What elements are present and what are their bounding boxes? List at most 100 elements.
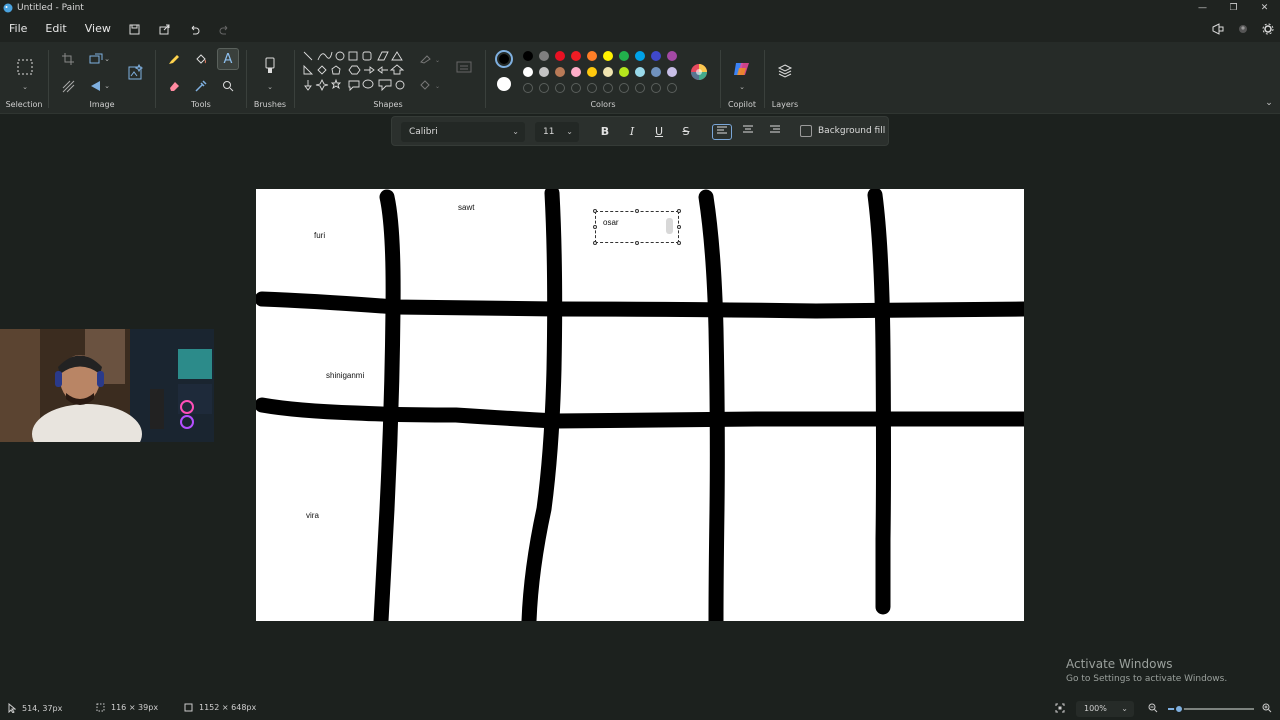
redo-button[interactable] bbox=[210, 24, 240, 35]
color-swatch[interactable] bbox=[523, 51, 533, 61]
italic-button[interactable]: I bbox=[624, 124, 640, 140]
eraser-button[interactable] bbox=[165, 77, 183, 95]
account-icon[interactable] bbox=[1238, 24, 1248, 34]
restore-button[interactable]: ❐ bbox=[1218, 0, 1249, 16]
pencil-button[interactable] bbox=[165, 50, 183, 68]
zoom-in-button[interactable] bbox=[1262, 703, 1272, 713]
resize-dropdown[interactable]: ⌄ bbox=[102, 50, 112, 68]
custom-color-slot[interactable] bbox=[635, 83, 645, 93]
background-fill-checkbox[interactable] bbox=[800, 125, 812, 137]
color-swatch[interactable] bbox=[667, 67, 677, 77]
color-swatch[interactable] bbox=[523, 67, 533, 77]
color-swatch[interactable] bbox=[587, 51, 597, 61]
color-swatch[interactable] bbox=[571, 67, 581, 77]
settings-gear-icon[interactable] bbox=[1262, 23, 1274, 35]
text-box-selection[interactable]: osar bbox=[593, 209, 681, 245]
strikethrough-button[interactable]: S bbox=[678, 124, 694, 140]
color-swatch[interactable] bbox=[635, 67, 645, 77]
custom-color-slot[interactable] bbox=[539, 83, 549, 93]
fit-to-window-button[interactable] bbox=[1055, 703, 1065, 713]
shape-options-button[interactable] bbox=[454, 58, 474, 76]
custom-color-slot[interactable] bbox=[587, 83, 597, 93]
resize-handle[interactable] bbox=[593, 241, 597, 245]
underline-button[interactable]: U bbox=[651, 124, 667, 140]
selection-dropdown[interactable]: ⌄ bbox=[16, 78, 34, 96]
color-swatch[interactable] bbox=[539, 67, 549, 77]
copilot-button[interactable] bbox=[732, 59, 752, 79]
undo-button[interactable] bbox=[180, 24, 210, 35]
image-creator-button[interactable] bbox=[126, 62, 146, 82]
resize-handle[interactable] bbox=[635, 241, 639, 245]
text-box-input[interactable]: osar bbox=[603, 218, 619, 227]
resize-handle[interactable] bbox=[635, 209, 639, 213]
zoom-out-button[interactable] bbox=[1148, 703, 1158, 713]
resize-handle[interactable] bbox=[593, 209, 597, 213]
remove-background-button[interactable] bbox=[59, 77, 77, 95]
color-swatch[interactable] bbox=[571, 51, 581, 61]
color-swatch[interactable] bbox=[619, 67, 629, 77]
resize-handle[interactable] bbox=[677, 209, 681, 213]
color-swatch[interactable] bbox=[667, 51, 677, 61]
background-fill-toggle[interactable]: Background fill bbox=[800, 125, 885, 137]
color-swatch[interactable] bbox=[555, 67, 565, 77]
align-center-icon bbox=[743, 125, 753, 133]
color-swatch[interactable] bbox=[539, 51, 549, 61]
text-button[interactable]: A bbox=[217, 48, 239, 70]
align-center-button[interactable] bbox=[740, 124, 756, 140]
feedback-icon[interactable] bbox=[1212, 23, 1224, 35]
fill-button[interactable] bbox=[192, 50, 210, 68]
drawing-canvas[interactable]: furi sawt shiniganmi vira osar bbox=[256, 189, 1024, 621]
font-family-dropdown[interactable]: Calibri ⌄ bbox=[401, 122, 525, 142]
outline-dropdown[interactable]: ⌄ bbox=[418, 50, 444, 68]
color-swatch[interactable] bbox=[619, 51, 629, 61]
align-left-button[interactable] bbox=[712, 124, 732, 140]
font-size-dropdown[interactable]: 11 ⌄ bbox=[535, 122, 579, 142]
text-box-scrollbar[interactable] bbox=[666, 218, 673, 234]
color-swatch[interactable] bbox=[587, 67, 597, 77]
bold-button[interactable]: B bbox=[597, 124, 613, 140]
resize-handle[interactable] bbox=[677, 225, 681, 229]
collapse-ribbon-button[interactable]: ⌄ bbox=[1262, 96, 1276, 110]
color-swatch[interactable] bbox=[635, 51, 645, 61]
zoom-slider[interactable] bbox=[1168, 704, 1254, 714]
share-button[interactable] bbox=[150, 24, 180, 35]
menu-view[interactable]: View bbox=[76, 16, 120, 42]
custom-color-slot[interactable] bbox=[571, 83, 581, 93]
custom-color-slot[interactable] bbox=[555, 83, 565, 93]
color-swatch[interactable] bbox=[603, 51, 613, 61]
menu-file[interactable]: File bbox=[0, 16, 36, 42]
copilot-dropdown[interactable]: ⌄ bbox=[733, 78, 751, 96]
color-swatch[interactable] bbox=[651, 51, 661, 61]
shape-options-icon bbox=[456, 61, 472, 73]
shapes-gallery[interactable] bbox=[302, 50, 406, 96]
color-swatch[interactable] bbox=[651, 67, 661, 77]
layers-button[interactable] bbox=[776, 62, 794, 80]
zoom-level-dropdown[interactable]: 100% ⌄ bbox=[1076, 701, 1134, 717]
color-swatch[interactable] bbox=[603, 67, 613, 77]
zoom-slider-thumb[interactable] bbox=[1174, 704, 1185, 714]
save-button[interactable] bbox=[120, 24, 150, 35]
custom-color-slot[interactable] bbox=[603, 83, 613, 93]
edit-colors-button[interactable] bbox=[689, 62, 709, 82]
color-swatch[interactable] bbox=[555, 51, 565, 61]
close-window-button[interactable]: ✕ bbox=[1249, 0, 1280, 16]
brushes-dropdown[interactable]: ⌄ bbox=[261, 78, 279, 96]
menu-edit[interactable]: Edit bbox=[36, 16, 75, 42]
custom-color-slot[interactable] bbox=[523, 83, 533, 93]
secondary-color-button[interactable] bbox=[497, 77, 511, 91]
resize-handle[interactable] bbox=[593, 225, 597, 229]
rectangle-select-button[interactable] bbox=[14, 56, 36, 78]
custom-color-slot[interactable] bbox=[619, 83, 629, 93]
crop-button[interactable] bbox=[59, 50, 77, 68]
minimize-button[interactable]: — bbox=[1187, 0, 1218, 16]
fill-dropdown[interactable]: ⌄ bbox=[418, 76, 444, 94]
brushes-button[interactable] bbox=[260, 56, 280, 76]
custom-color-slot[interactable] bbox=[667, 83, 677, 93]
primary-color-button[interactable] bbox=[495, 50, 513, 68]
custom-color-slot[interactable] bbox=[651, 83, 661, 93]
resize-handle[interactable] bbox=[677, 241, 681, 245]
magnifier-button[interactable] bbox=[219, 77, 237, 95]
flip-dropdown[interactable]: ⌄ bbox=[102, 77, 112, 95]
align-right-button[interactable] bbox=[767, 124, 783, 140]
color-picker-button[interactable] bbox=[192, 77, 210, 95]
